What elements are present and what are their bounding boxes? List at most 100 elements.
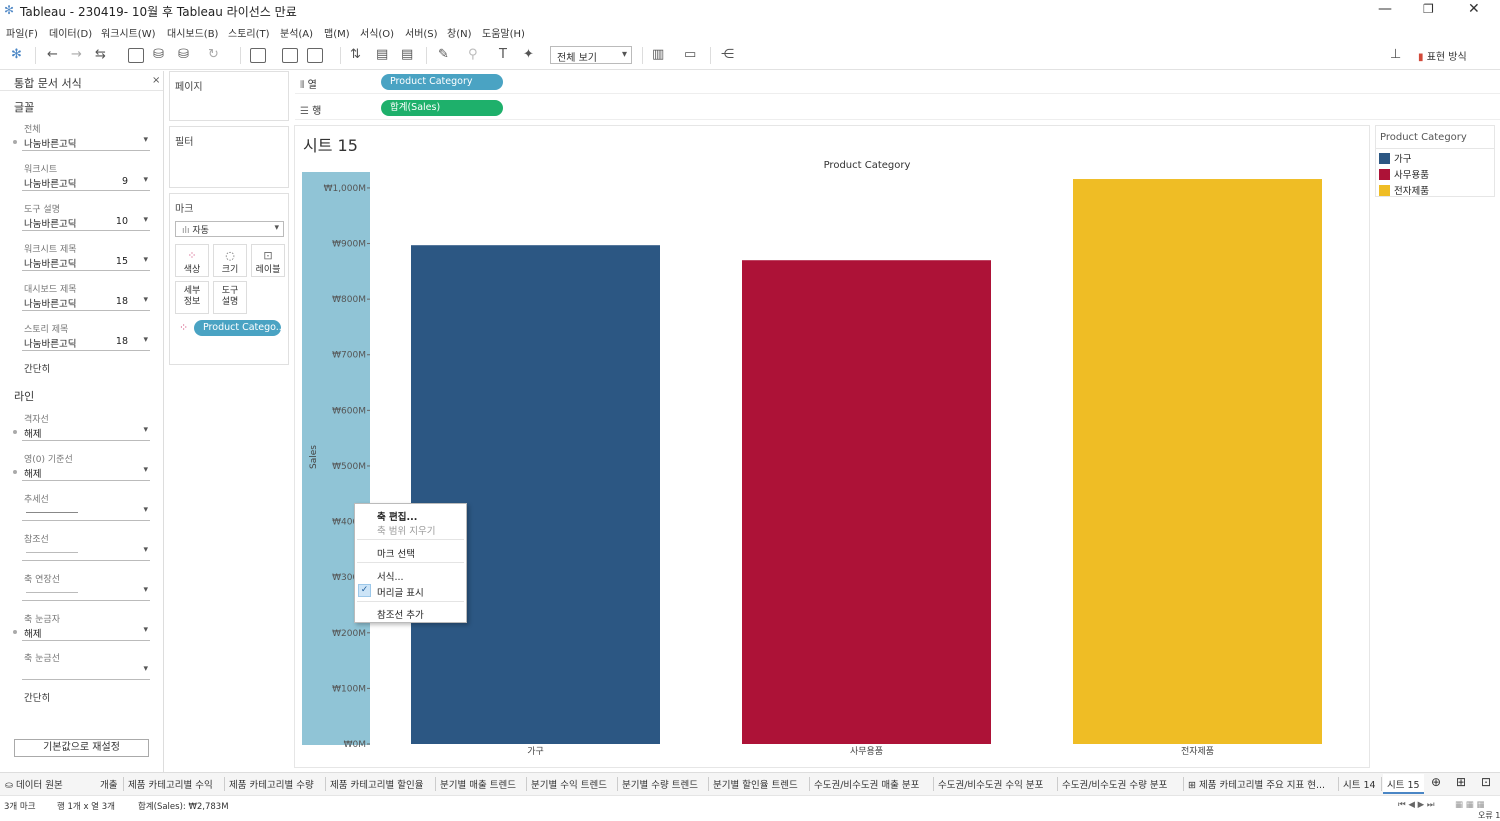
new-story-icon[interactable]: ⊡ [1481,775,1491,790]
menu-window[interactable]: 창(N) [447,25,471,40]
labels-icon[interactable]: T [499,47,507,62]
menu-file[interactable]: 파일(F) [6,25,38,40]
menu-story[interactable]: 스토리(T) [228,25,270,40]
new-datasource-icon[interactable]: ⛁ [153,47,164,62]
bar-3[interactable] [1073,179,1322,744]
close-panel-icon[interactable]: × [152,75,160,86]
sort-asc-icon[interactable]: ▤ [376,47,388,62]
menu-dashboard[interactable]: 대시보드(B) [167,25,218,40]
refresh-icon[interactable]: ↻ [208,47,219,62]
undo-icon[interactable]: ← [47,47,58,62]
legend-item[interactable]: 가구 [1379,151,1411,165]
menu-format[interactable]: 서식(O) [360,25,394,40]
sheet-tab[interactable]: 개출 [100,777,117,792]
bar-1[interactable] [411,245,660,744]
pages-card[interactable]: 페이지 [169,71,289,121]
axis-minor-ticks-select[interactable]: ▾ [22,664,150,680]
font-all-select[interactable]: 나눔바른고딕 ▾ [22,135,150,151]
reset-defaults-button[interactable]: 기본값으로 재설정 [14,739,149,757]
menu-show-header[interactable]: 머리글 표시 [377,585,424,599]
font-dashboard-title-select[interactable]: 나눔바른고딕 18 ▾ [22,295,150,311]
color-button[interactable]: ⁘ 색상 [175,244,209,277]
sheet-tab[interactable]: 제품 카테고리별 수량 [229,777,314,792]
restore-icon[interactable]: ❐ [1423,2,1434,16]
sheet-tab[interactable]: 분기별 할인율 트렌드 [713,777,798,792]
new-worksheet-icon[interactable]: ⊕ [1431,775,1441,790]
sheet-nav-icon[interactable]: ⏮ ◀ ▶ ⏭ [1398,800,1434,810]
minimize-icon[interactable]: — [1378,1,1392,17]
color-field-pill[interactable]: Product Catego.. [194,320,281,336]
menu-add-reference-line[interactable]: 참조선 추가 [377,607,424,621]
mark-type-select[interactable]: ılı 자동 ▾ [175,221,284,237]
sheet-tab[interactable]: 분기별 매출 트렌드 [440,777,516,792]
columns-pill[interactable]: Product Category [381,74,503,90]
label-button[interactable]: ⊡ 레이블 [251,244,285,277]
sheet-tab[interactable]: 수도권/비수도권 수익 분포 [938,777,1043,792]
sheet-tab[interactable]: 분기별 수량 트렌드 [622,777,698,792]
sort-desc-icon[interactable]: ▤ [401,47,413,62]
size-button[interactable]: ◌ 크기 [213,244,247,277]
menu-clear-axis-range[interactable]: 축 범위 지우기 [377,523,435,537]
sheet-tab[interactable]: 제품 카테고리별 할인율 [330,777,423,792]
save-icon[interactable] [128,48,144,63]
sheet-tab[interactable]: 시트 14 [1343,777,1376,792]
close-icon[interactable]: ✕ [1468,1,1480,17]
font-tooltip-select[interactable]: 나눔바른고딕 10 ▾ [22,215,150,231]
new-dashboard-icon[interactable]: ⊞ [1456,775,1466,790]
font-worksheet-title-select[interactable]: 나눔바른고딕 15 ▾ [22,255,150,271]
reference-line-select[interactable]: ▾ [22,545,150,561]
clear-sheet-icon[interactable] [307,48,323,63]
duplicate-sheet-icon[interactable] [282,48,298,63]
tab-data-source[interactable]: ⛀ 데이터 원본 [5,777,63,792]
replay-icon[interactable]: ⇆ [95,47,106,62]
cards-icon[interactable]: ▥ [652,47,664,62]
menu-server[interactable]: 서버(S) [405,25,438,40]
sheet-tab[interactable]: 수도권/비수도권 수량 분포 [1062,777,1167,792]
sheet-tab[interactable]: 수도권/비수도권 매출 분포 [814,777,919,792]
menu-map[interactable]: 맵(M) [324,25,350,40]
menu-format[interactable]: 서식... [377,569,404,583]
rows-pill[interactable]: 합계(Sales) [381,100,503,116]
publish-icon[interactable]: ⊥ [1390,47,1401,62]
show-me-button[interactable]: ▮ 표현 방식 [1418,48,1467,63]
fit-select[interactable]: 전체 보기 [550,46,632,64]
pause-update-icon[interactable]: ⛁ [178,47,189,62]
font-worksheet-select[interactable]: 나눔바른고딕 9 ▾ [22,175,150,191]
pin-icon[interactable]: ✦ [523,47,534,62]
collapse-lines-toggle[interactable]: 간단히 [24,690,50,704]
zero-line-select[interactable]: 해제 ▾ [22,465,150,481]
menu-worksheet[interactable]: 워크시트(W) [101,25,156,40]
menu-help[interactable]: 도움말(H) [482,25,525,40]
menu-analysis[interactable]: 분석(A) [280,25,313,40]
highlight-icon[interactable]: ✎ [438,47,449,62]
font-story-title-select[interactable]: 나눔바른고딕 18 ▾ [22,335,150,351]
gridlines-label: 격자선 [24,415,49,425]
new-sheet-icon[interactable] [250,48,266,63]
share-icon[interactable]: ⋲ [721,47,734,62]
view-mode-icon[interactable]: ▦ ▦ ▦ [1455,800,1485,810]
gridlines-select[interactable]: 해제 ▾ [22,425,150,441]
swap-icon[interactable]: ⇅ [350,47,361,62]
tooltip-button[interactable]: 도구 설명 [213,281,247,314]
axis-ruler-select[interactable]: ▾ [22,585,150,601]
axis-ticks-select[interactable]: 해제 ▾ [22,625,150,641]
menu-data[interactable]: 데이터(D) [49,25,92,40]
filters-card[interactable]: 필터 [169,126,289,188]
sheet-tab[interactable]: 분기별 수익 트렌드 [531,777,607,792]
group-icon[interactable]: ⚲ [468,47,478,62]
redo-icon[interactable]: → [71,47,82,62]
collapse-fonts-toggle[interactable]: 간단히 [24,361,50,375]
menu-select-marks[interactable]: 마크 선택 [377,546,415,560]
chevron-down-icon: ▾ [143,505,148,515]
sheet-tab-active[interactable]: 시트 15 [1383,774,1424,794]
trend-line-select[interactable]: ▾ [22,505,150,521]
presentation-icon[interactable]: ▭ [684,47,696,62]
menu-edit-axis[interactable]: 축 편집... [377,509,417,523]
tableau-home-icon[interactable]: ✻ [11,47,22,62]
dashboard-tab[interactable]: ⊞ 제품 카테고리별 주요 지표 현... [1188,777,1325,792]
legend-item[interactable]: 사무용품 [1379,167,1429,181]
legend-item[interactable]: 전자제품 [1379,183,1429,197]
detail-button[interactable]: 세부 정보 [175,281,209,314]
bar-2[interactable] [742,260,991,744]
sheet-tab[interactable]: 제품 카테고리별 수익 [128,777,213,792]
